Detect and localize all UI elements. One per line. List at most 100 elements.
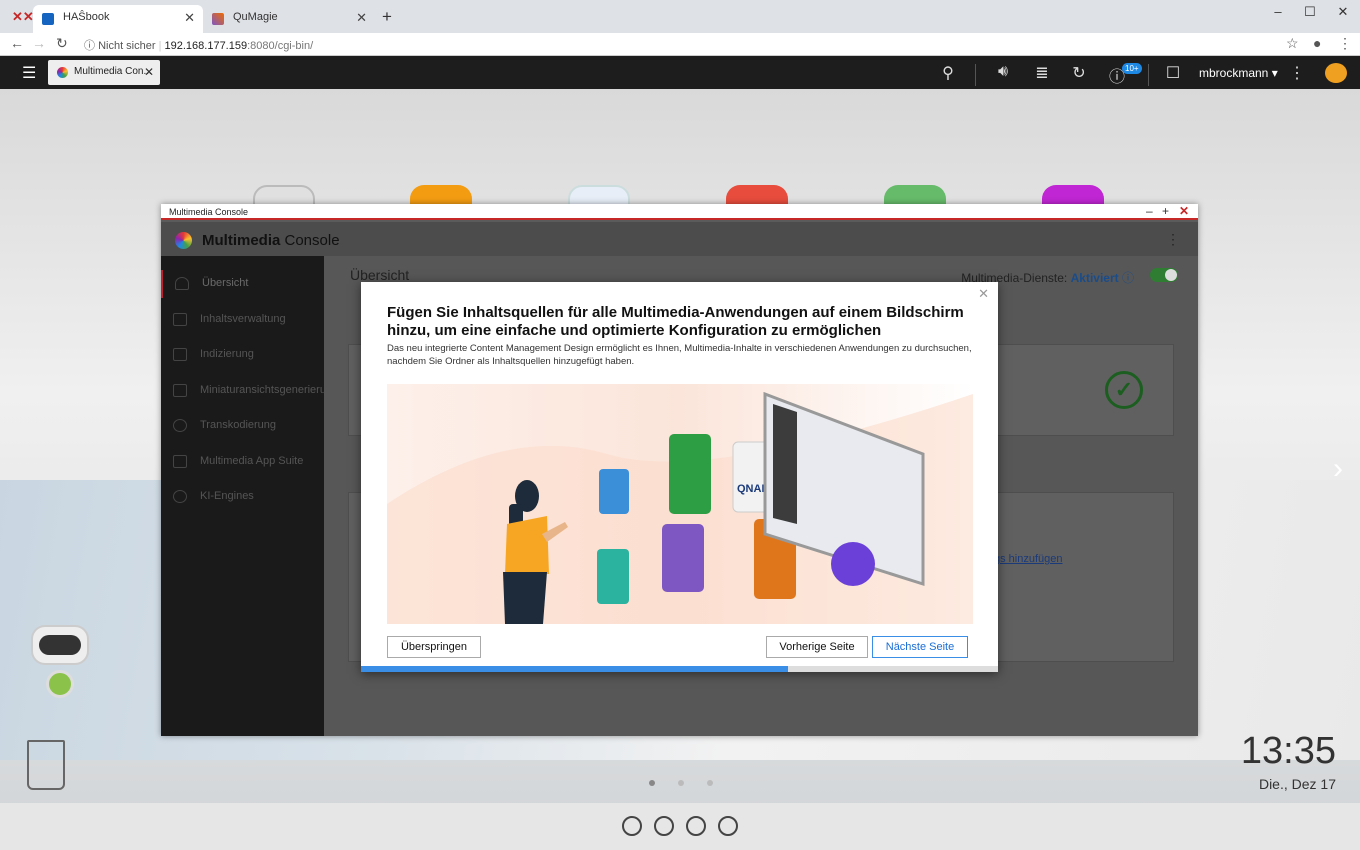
username: mbrockmann	[1199, 66, 1269, 80]
user-menu[interactable]: mbrockmann ▾	[1199, 66, 1278, 80]
volume-icon[interactable]: 🔊︎	[992, 63, 1014, 81]
separator	[975, 64, 976, 86]
notes-icon[interactable]	[718, 816, 738, 836]
more-options-icon[interactable]: ⋮	[1286, 63, 1308, 83]
sidebar-item-content-management[interactable]: Inhaltsverwaltung	[161, 306, 324, 334]
sidebar-item-ai-engines[interactable]: KI-Engines	[161, 483, 324, 511]
service-status-value: Aktiviert	[1070, 271, 1119, 285]
address-bar[interactable]: ⓘ Nicht sicher | 192.168.177.159:8080/cg…	[84, 37, 313, 53]
sidebar-item-label: Multimedia App Suite	[200, 455, 304, 467]
app-name: Multimedia Console	[202, 232, 340, 249]
background-tasks-icon[interactable]: ≣	[1031, 63, 1053, 83]
app-menu-dots-icon[interactable]: ⋮	[1166, 231, 1180, 248]
maximize-window-icon[interactable]: ☐	[1300, 4, 1320, 20]
trash-icon[interactable]	[27, 740, 65, 790]
checkmark-icon: ✓	[1105, 371, 1143, 409]
sidebar: Übersicht Inhaltsverwaltung Indizierung …	[161, 256, 335, 736]
url-path: :8080/cgi-bin/	[247, 40, 314, 52]
browser-toolbar: ← → ↻ ⓘ Nicht sicher | 192.168.177.159:8…	[0, 33, 1360, 56]
music-app-cube	[662, 524, 704, 592]
browser-tab-strip: ✕✕ HAŜbook ✕ QuMagie ✕ + – ☐ ✕	[0, 0, 1360, 33]
next-page-button[interactable]: Nächste Seite	[872, 636, 968, 658]
previous-page-button[interactable]: Vorherige Seite	[766, 636, 868, 658]
reload-icon[interactable]: ↻	[56, 35, 68, 52]
browser-menu-icon[interactable]: ✕✕	[12, 9, 34, 25]
onboarding-dialog: ✕ Fügen Sie Inhaltsquellen für alle Mult…	[361, 282, 998, 672]
folder-image-icon	[173, 313, 187, 326]
window-title-bar[interactable]: Multimedia Console – + ✕	[161, 204, 1198, 220]
page-indicator[interactable]	[707, 780, 713, 786]
sidebar-item-thumbnails[interactable]: Miniaturansichtsgenerieru...	[161, 377, 335, 405]
multimedia-console-logo-icon	[175, 232, 192, 249]
app-name-bold: Multimedia	[202, 232, 281, 249]
close-window-icon[interactable]: ✕	[1333, 4, 1353, 20]
page-indicator-active[interactable]	[649, 780, 655, 786]
minimize-window-icon[interactable]: –	[1268, 4, 1288, 19]
video-app-cube	[597, 549, 629, 604]
layout-icon[interactable]	[686, 816, 706, 836]
minimize-icon[interactable]: –	[1146, 204, 1153, 218]
close-dialog-icon[interactable]: ✕	[978, 286, 989, 302]
assistant-robot-icon[interactable]	[28, 625, 92, 707]
forward-arrow-icon[interactable]: →	[32, 35, 46, 51]
tools-icon[interactable]	[654, 816, 674, 836]
cloud-icon[interactable]	[622, 816, 642, 836]
sidebar-item-label: Transkodierung	[200, 419, 277, 431]
notification-badge: 10+	[1122, 63, 1142, 74]
image-icon	[173, 384, 187, 397]
progress-fill	[361, 666, 788, 672]
speedometer-icon	[175, 277, 189, 290]
sync-icon[interactable]: ↻	[1068, 63, 1090, 83]
brain-icon	[173, 490, 187, 503]
sidebar-item-app-suite[interactable]: Multimedia App Suite	[161, 448, 324, 476]
security-label: Nicht sicher	[98, 40, 156, 52]
app-tab-multimedia-console[interactable]: Multimedia Con... ✕	[48, 60, 160, 85]
close-tab-icon[interactable]: ✕	[184, 10, 195, 26]
photo-app-cube	[599, 469, 629, 514]
illustration: QNAP	[387, 384, 973, 624]
close-icon[interactable]: ✕	[1179, 204, 1189, 218]
sidebar-item-indexing[interactable]: Indizierung	[161, 341, 324, 369]
browser-tab-qumagie[interactable]: QuMagie ✕	[203, 5, 375, 33]
sidebar-item-overview[interactable]: Übersicht	[161, 270, 324, 298]
dock	[0, 803, 1360, 850]
hasbook-favicon-icon	[42, 13, 54, 25]
add-content-link[interactable]: gs hinzufügen	[994, 553, 1063, 565]
maximize-icon[interactable]: +	[1162, 204, 1169, 218]
next-desktop-chevron-icon[interactable]: ›	[1333, 452, 1343, 486]
info-icon: ⓘ	[84, 40, 99, 52]
new-tab-button[interactable]: +	[382, 7, 392, 27]
browser-menu-dots-icon[interactable]: ⋮	[1338, 35, 1352, 52]
browser-tab-hasbook[interactable]: HAŜbook ✕	[33, 5, 203, 33]
app-tab-label: Multimedia Con...	[74, 66, 152, 77]
qumagie-logo	[831, 542, 875, 586]
transcode-icon	[173, 419, 187, 432]
qumagie-favicon-icon	[212, 13, 224, 25]
app-name-light: Console	[280, 232, 340, 249]
sidebar-item-label: KI-Engines	[200, 490, 254, 502]
browser-tab-label: QuMagie	[233, 11, 278, 23]
bookmark-star-icon[interactable]: ☆	[1286, 35, 1299, 52]
dialog-heading: Fügen Sie Inhaltsquellen für alle Multim…	[387, 304, 964, 339]
sidebar-item-label: Miniaturansichtsgenerieru...	[200, 384, 336, 396]
back-arrow-icon[interactable]: ←	[10, 35, 24, 51]
browser-tab-label: HAŜbook	[63, 11, 110, 23]
multimedia-services-toggle[interactable]	[1150, 268, 1178, 282]
separator	[1148, 64, 1149, 86]
page-indicator[interactable]	[678, 780, 684, 786]
main-menu-icon[interactable]: ☰	[22, 63, 36, 83]
user-avatar-icon[interactable]: ☐	[1162, 63, 1184, 83]
dialog-description: Das neu integrierte Content Management D…	[387, 343, 972, 367]
list-icon	[173, 348, 187, 361]
search-icon[interactable]: ⚲	[937, 63, 959, 83]
skip-button[interactable]: Überspringen	[387, 636, 481, 658]
page-title: Übersicht	[350, 267, 410, 283]
close-tab-icon[interactable]: ✕	[356, 10, 367, 26]
info-icon[interactable]: ⓘ	[1122, 271, 1134, 285]
dashboard-gauge-icon[interactable]	[1325, 63, 1347, 83]
profile-icon[interactable]: ●	[1313, 35, 1321, 51]
close-app-tab-icon[interactable]: ✕	[144, 65, 154, 79]
sidebar-item-transcoding[interactable]: Transkodierung	[161, 412, 324, 440]
window-title: Multimedia Console	[169, 207, 249, 217]
clock-date: Die., Dez 17	[1258, 776, 1336, 792]
